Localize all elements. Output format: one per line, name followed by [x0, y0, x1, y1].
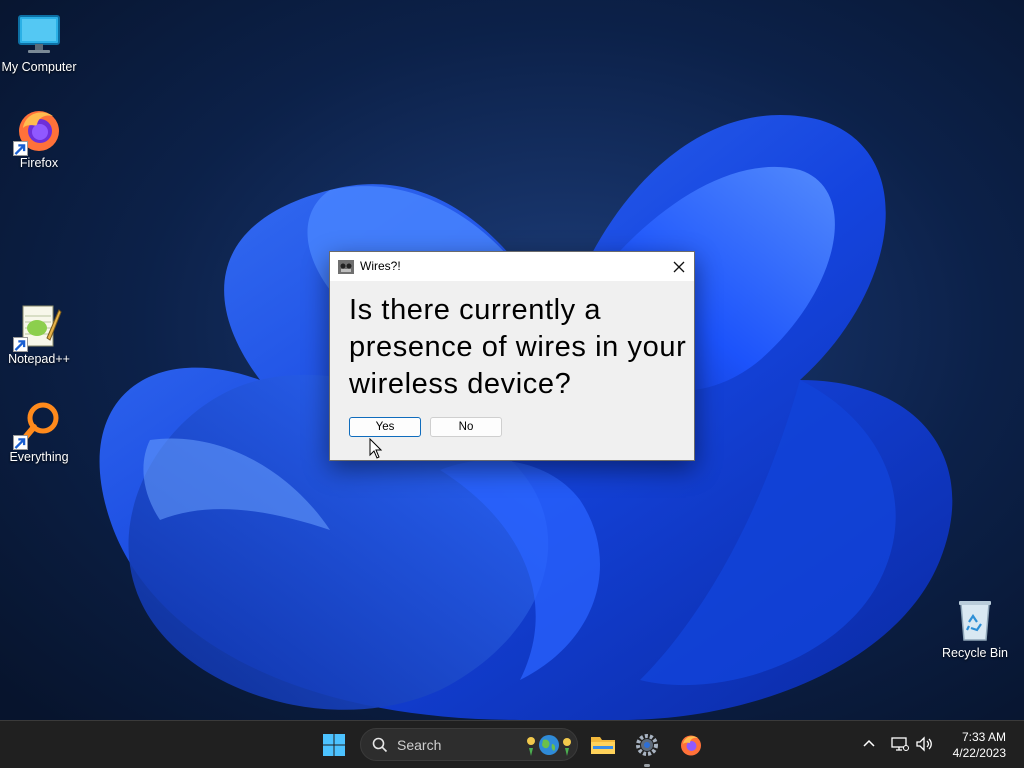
notepadpp-icon	[13, 302, 63, 352]
recycle-bin-icon	[951, 596, 999, 644]
clock-date: 4/22/2023	[952, 746, 1006, 760]
desktop-icon-everything[interactable]: Everything	[0, 400, 78, 464]
monitor-icon	[15, 10, 63, 58]
firefox-icon	[13, 106, 63, 156]
dialog-question: Is there currently a presence of wires i…	[349, 294, 687, 400]
speaker-icon	[916, 736, 932, 752]
desktop-icon-my-computer[interactable]: My Computer	[0, 10, 78, 74]
taskbar: Search 7:33 AM 4/22/2023	[0, 720, 1024, 768]
desktop-icon-label: Recycle Bin	[942, 646, 1008, 660]
everything-search-icon	[13, 400, 63, 450]
desktop-icon-notepadpp[interactable]: Notepad++	[0, 302, 78, 366]
file-explorer-icon	[591, 737, 615, 754]
desktop-icon-recycle-bin[interactable]: Recycle Bin	[936, 596, 1014, 660]
desktop-icon-label: Notepad++	[8, 352, 70, 366]
firefox-icon	[681, 735, 701, 756]
taskbar-clock[interactable]: 7:33 AM 4/22/2023	[953, 729, 1006, 761]
chevron-up-icon	[863, 739, 875, 747]
volume-button[interactable]	[914, 733, 936, 755]
settings-gear-icon	[636, 734, 658, 756]
taskbar-file-explorer[interactable]	[587, 729, 619, 761]
app-raccoon-icon	[338, 259, 354, 274]
search-icon	[372, 737, 388, 753]
network-icon	[891, 737, 909, 751]
taskbar-settings[interactable]	[631, 729, 663, 767]
running-indicator	[644, 764, 650, 767]
dialog-titlebar[interactable]: Wires?!	[330, 252, 694, 281]
network-status-button[interactable]	[889, 733, 911, 755]
close-button[interactable]	[664, 252, 694, 281]
close-icon	[673, 261, 685, 272]
earth-day-highlight-icon	[527, 735, 571, 756]
windows-start-icon	[323, 734, 345, 756]
shortcut-arrow-icon	[13, 435, 28, 450]
mouse-cursor-icon	[369, 438, 383, 459]
message-dialog: Wires?! Is there currently a presence of…	[329, 251, 695, 461]
shortcut-arrow-icon	[13, 337, 28, 352]
no-button[interactable]: No	[430, 417, 502, 437]
search-placeholder: Search	[397, 737, 442, 753]
show-hidden-icons-button[interactable]	[858, 733, 880, 755]
taskbar-search-box[interactable]: Search	[360, 728, 578, 761]
dialog-title: Wires?!	[360, 259, 401, 273]
desktop-icon-label: Firefox	[19, 156, 59, 170]
shortcut-arrow-icon	[13, 141, 28, 156]
start-button[interactable]	[318, 729, 350, 761]
taskbar-firefox[interactable]	[675, 729, 707, 761]
desktop-icon-label: Everything	[9, 450, 69, 464]
desktop-icon-label: My Computer	[1, 60, 77, 74]
desktop-icon-firefox[interactable]: Firefox	[0, 106, 78, 170]
clock-time: 7:33 AM	[961, 730, 1006, 744]
yes-button[interactable]: Yes	[349, 417, 421, 437]
